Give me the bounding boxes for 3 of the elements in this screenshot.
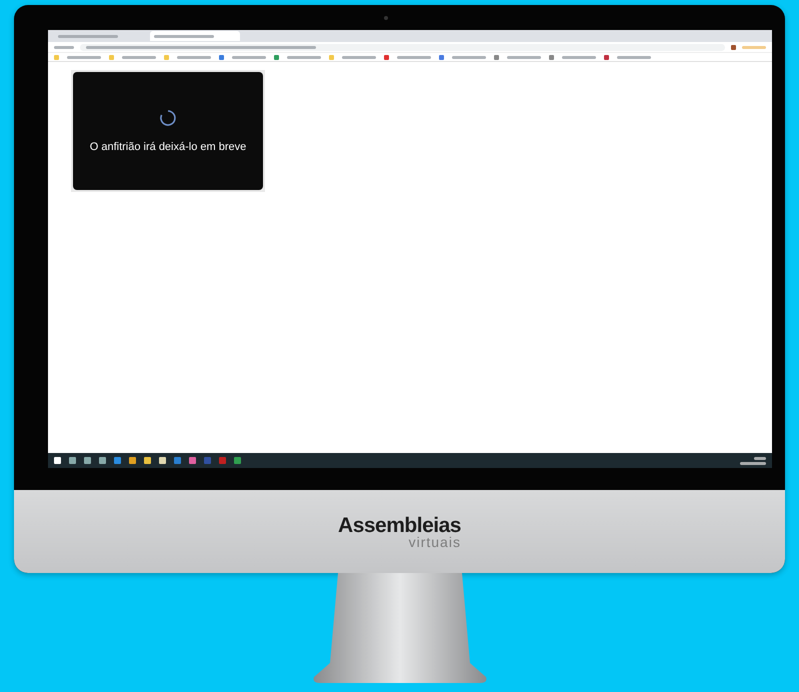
logo-tagline: virtuais <box>408 534 461 550</box>
waiting-message: O anfitrião irá deixá-lo em breve <box>90 141 246 153</box>
logo-name: Assembleias <box>338 514 461 536</box>
